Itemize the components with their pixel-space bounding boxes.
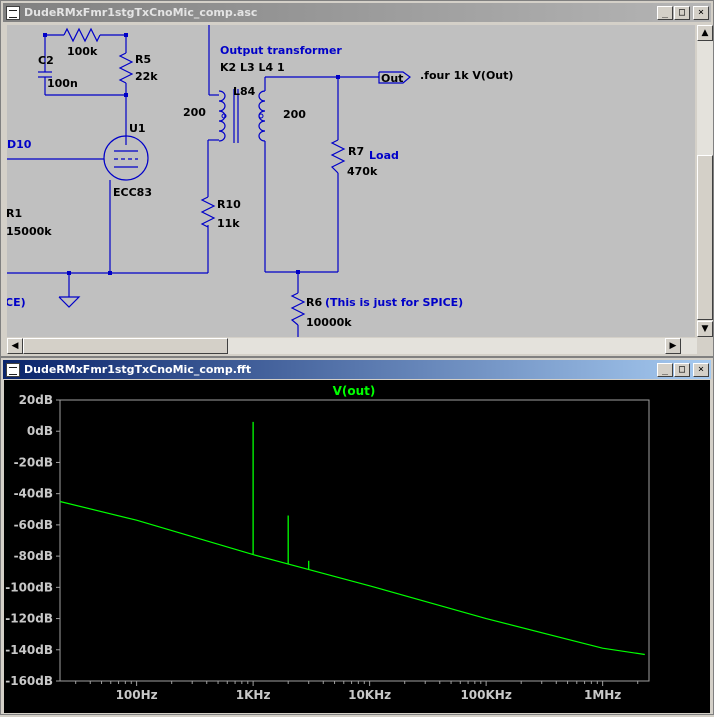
c2-label: C2 xyxy=(38,54,54,67)
maximize-button[interactable]: □ xyxy=(674,5,690,20)
plot-frame xyxy=(59,399,650,682)
r6-value: 10000k xyxy=(306,316,352,329)
scroll-left-icon[interactable]: ◀ xyxy=(7,338,23,354)
schematic-vertical-scrollbar[interactable]: ▲ ▼ xyxy=(697,25,713,337)
minimize-button[interactable]: _ xyxy=(657,5,673,20)
u1-label: U1 xyxy=(129,122,146,135)
y-tick-label: -80dB xyxy=(14,549,53,563)
r10-value: 11k xyxy=(217,217,240,230)
c2-value: 100n xyxy=(47,77,78,90)
r10-label: R10 xyxy=(217,198,241,211)
horizontal-scroll-thumb[interactable] xyxy=(23,338,228,354)
net-label-left: D10 xyxy=(7,138,32,151)
r6-label: R6 xyxy=(306,296,322,309)
document-icon xyxy=(6,5,20,20)
x-tick-label: 100Hz xyxy=(116,688,158,702)
spectrum-floor-line xyxy=(59,500,645,656)
y-tick-label: -100dB xyxy=(5,580,53,594)
r1-label: R1 xyxy=(7,207,22,220)
schematic-drawing: C2 100n 100k R5 22k U1 ECC83 D10 R1 1500… xyxy=(7,25,513,337)
load-label: Load xyxy=(369,149,399,162)
scroll-down-icon[interactable]: ▼ xyxy=(697,321,713,337)
chart-title: V(out) xyxy=(333,384,376,398)
y-tick-label: -40dB xyxy=(14,487,53,501)
fft-maximize-button[interactable]: □ xyxy=(674,362,690,377)
transformer-title: Output transformer xyxy=(220,44,342,57)
y-tick-label: 20dB xyxy=(19,393,53,407)
fft-plot-pane[interactable]: V(out) 20dB 0dB -20dB -40dB -60dB -80dB -100dB… xyxy=(4,380,710,713)
four-directive: .four 1k V(Out) xyxy=(420,69,513,82)
plot-document-icon xyxy=(6,362,20,377)
schematic-horizontal-scrollbar[interactable]: ◀ ▶ xyxy=(7,338,697,354)
r7-value: 470k xyxy=(347,165,378,178)
fft-minimize-button[interactable]: _ xyxy=(657,362,673,377)
schematic-window: DudeRMxFmr1stgTxCnoMic_comp.asc _ □ × C2… xyxy=(0,0,714,357)
y-tick-label: -140dB xyxy=(5,643,53,657)
scroll-up-icon[interactable]: ▲ xyxy=(697,25,713,41)
schematic-titlebar[interactable]: DudeRMxFmr1stgTxCnoMic_comp.asc _ □ × xyxy=(3,3,711,22)
fft-titlebar[interactable]: DudeRMxFmr1stgTxCnoMic_comp.fft _ □ × xyxy=(3,360,711,379)
y-tick-label: -20dB xyxy=(14,455,53,469)
primary-turns: 200 xyxy=(183,106,206,119)
r1-value: 15000k xyxy=(7,225,52,238)
secondary-turns: 200 xyxy=(283,108,306,121)
vertical-scroll-thumb[interactable] xyxy=(697,155,713,320)
r5-label: R5 xyxy=(135,53,151,66)
x-tick-label: 1KHz xyxy=(236,688,271,702)
r5-value: 22k xyxy=(135,70,158,83)
r6-note: (This is just for SPICE) xyxy=(325,296,463,309)
fft-close-button[interactable]: × xyxy=(693,362,709,377)
fft-title: DudeRMxFmr1stgTxCnoMic_comp.fft xyxy=(24,363,252,376)
out-flag-label: Out xyxy=(381,72,403,85)
x-tick-label: 100KHz xyxy=(460,688,511,702)
coupling-directive: K2 L3 L4 1 xyxy=(220,61,285,74)
schematic-title: DudeRMxFmr1stgTxCnoMic_comp.asc xyxy=(24,6,258,19)
schematic-canvas[interactable]: C2 100n 100k R5 22k U1 ECC83 D10 R1 1500… xyxy=(7,25,695,337)
y-tick-label: 0dB xyxy=(27,424,53,438)
x-tick-label: 10KHz xyxy=(348,688,391,702)
x-tick-label: 1MHz xyxy=(584,688,621,702)
y-tick-label: -60dB xyxy=(14,518,53,532)
fft-chart: V(out) 20dB 0dB -20dB -40dB -60dB -80dB -100dB… xyxy=(5,384,650,702)
close-button[interactable]: × xyxy=(693,5,709,20)
y-tick-label: -120dB xyxy=(5,612,53,626)
feedback-resistor-value: 100k xyxy=(67,45,98,58)
r7-label: R7 xyxy=(348,145,364,158)
spice-note-left: CE) xyxy=(7,296,26,309)
y-tick-label: -160dB xyxy=(5,674,53,688)
l84-label: L84 xyxy=(233,85,256,98)
u1-value: ECC83 xyxy=(113,186,152,199)
scroll-right-icon[interactable]: ▶ xyxy=(665,338,681,354)
